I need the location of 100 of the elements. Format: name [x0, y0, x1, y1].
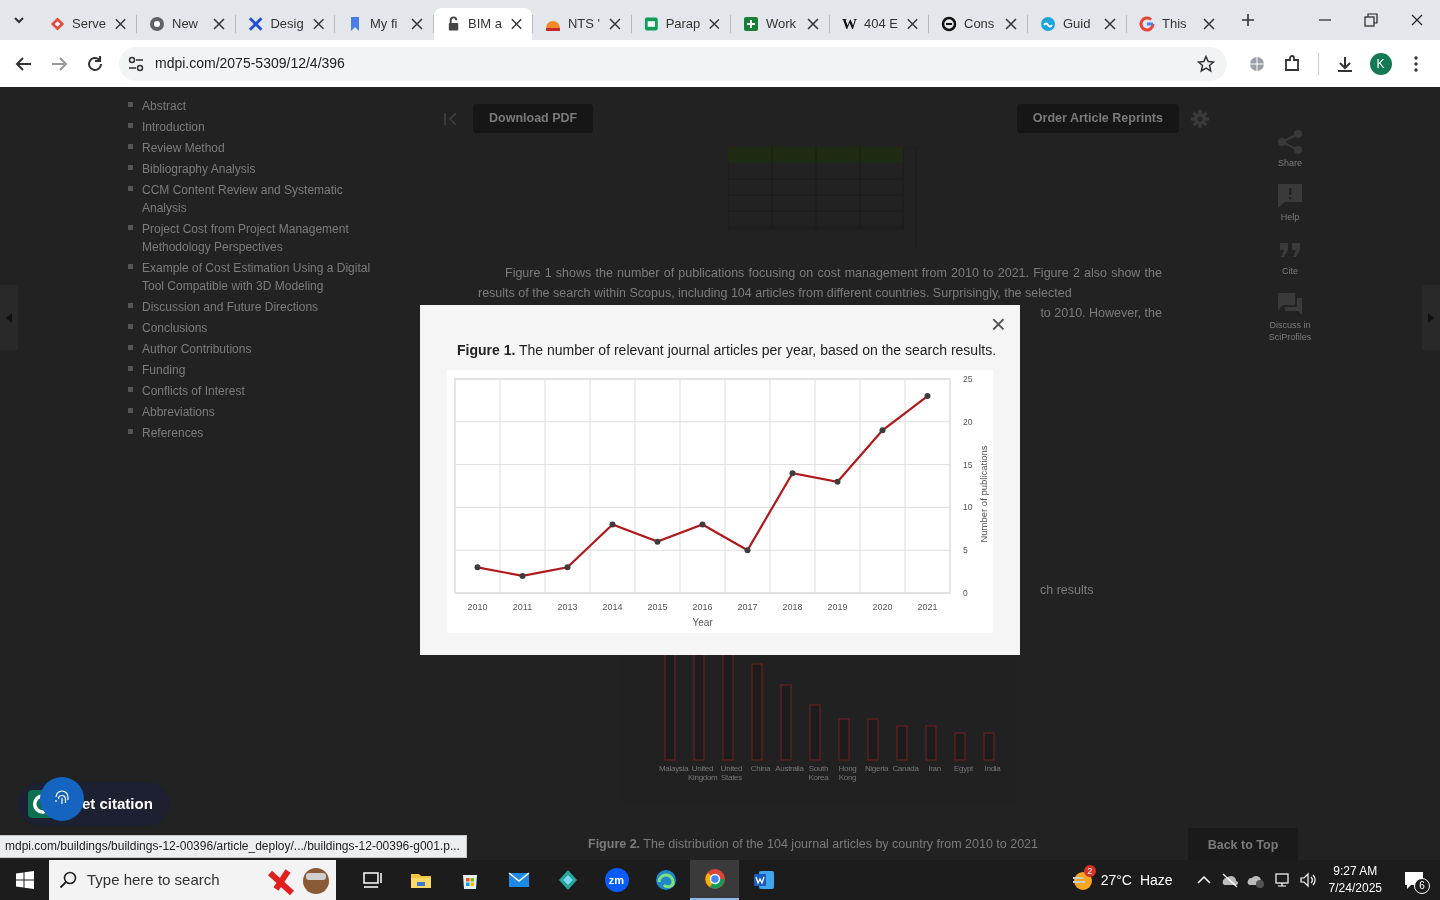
chevron-right-icon: [1427, 312, 1435, 323]
edge-icon: [654, 869, 677, 891]
browser-tab[interactable]: Serve: [38, 8, 136, 40]
browser-tab[interactable]: NTS ': [533, 8, 631, 40]
diamond-icon: [556, 869, 579, 891]
search-field[interactable]: Type here to search: [49, 860, 336, 900]
bullet-icon: [128, 408, 133, 413]
browser-tab[interactable]: Work: [731, 8, 829, 40]
figure-caption: Figure 1. The number of relevant journal articles per year, based on the search results.: [457, 341, 998, 360]
browser-tab[interactable]: Desig: [236, 8, 334, 40]
browser-tab[interactable]: This: [1127, 8, 1225, 40]
side-tool-button[interactable]: Cite: [1260, 237, 1320, 277]
reload-icon: [86, 54, 105, 73]
favicon-icon: [1040, 16, 1056, 32]
close-button[interactable]: ×: [990, 311, 1006, 337]
clock[interactable]: 9:27 AM 7/24/2025: [1328, 863, 1382, 897]
address-field[interactable]: mdpi.com/2075-5309/12/4/396: [118, 46, 1227, 81]
bullet-icon: [128, 324, 133, 329]
side-tool-button[interactable]: Share: [1260, 129, 1320, 169]
toc-link[interactable]: Discussion and Future Directions: [142, 298, 374, 316]
favicon-icon: [1139, 16, 1155, 32]
favicon-icon: [446, 16, 461, 32]
bar: [925, 725, 937, 761]
toc-link[interactable]: Conflicts of Interest: [142, 382, 374, 400]
browser-tab[interactable]: BIM a: [434, 8, 532, 40]
toc-link[interactable]: Bibliography Analysis: [142, 160, 374, 178]
close-icon: [509, 16, 524, 32]
toc-link[interactable]: Review Method: [142, 139, 374, 157]
star-icon[interactable]: [1196, 54, 1215, 73]
toc-link[interactable]: Abstract: [142, 97, 374, 115]
bar: [838, 718, 850, 761]
axis-label: China: [749, 763, 772, 775]
chevron-left-icon: [5, 312, 13, 323]
data-point: [879, 427, 886, 434]
profile-button[interactable]: K: [1362, 45, 1399, 82]
toc-link[interactable]: Abbreviations: [142, 403, 374, 421]
axis-label: 2010: [467, 602, 488, 612]
data-point: [609, 521, 616, 528]
axis-title: Year: [692, 617, 713, 628]
chevron-down-icon: [13, 14, 25, 26]
close-icon: [113, 16, 128, 32]
toc-link[interactable]: Author Contributions: [142, 340, 374, 358]
browser-tab[interactable]: New: [137, 8, 235, 40]
browser-tab[interactable]: My fi: [335, 8, 433, 40]
toc-link[interactable]: Funding: [142, 361, 374, 379]
toc-link[interactable]: CCM Content Review and Systematic Analysis: [142, 181, 374, 217]
taskbar-app[interactable]: [690, 860, 739, 900]
bullet-icon: [128, 165, 133, 170]
close-icon: [707, 16, 722, 32]
network-icon[interactable]: [1272, 871, 1291, 889]
favicon-icon: [50, 16, 65, 32]
back-to-top-button[interactable]: Back to Top: [1188, 828, 1298, 860]
close-icon: [1409, 12, 1425, 28]
axis-label: 2020: [872, 602, 893, 612]
side-tool-button[interactable]: Help: [1260, 183, 1320, 223]
bar: [954, 732, 966, 761]
axis-label: United Kingdom: [688, 763, 717, 782]
toc-link[interactable]: Project Cost from Project Management Methodology Perspectives: [142, 220, 374, 256]
toc-link[interactable]: Conclusions: [142, 319, 374, 337]
speaker-icon[interactable]: [1298, 871, 1317, 889]
download-icon: [1335, 54, 1354, 73]
bar: [983, 732, 995, 761]
bullet-icon: [128, 264, 133, 269]
bullet-icon: [128, 387, 133, 392]
browser-tab[interactable]: Guid: [1028, 8, 1126, 40]
reprints-button[interactable]: Order Article Reprints: [1016, 104, 1179, 133]
data-point: [744, 547, 751, 554]
download-pdf-button[interactable]: Download PDF: [473, 104, 594, 133]
favicon-icon: [644, 16, 659, 32]
cloud-icon[interactable]: [1220, 871, 1239, 889]
restore-icon: [1363, 12, 1379, 28]
axis-label: Australia: [775, 763, 804, 775]
search-icon: [59, 871, 77, 889]
browser-tab[interactable]: Parap: [632, 8, 730, 40]
bullet-icon: [128, 225, 133, 230]
side-tool-button[interactable]: Discuss in SciProfiles: [1260, 291, 1320, 343]
axis-label: 2014: [602, 602, 623, 612]
favicon-icon: [743, 16, 759, 32]
taskbar-app[interactable]: zm: [592, 860, 641, 900]
bar: [867, 718, 879, 761]
axis-label: 25: [963, 374, 973, 384]
close-icon: [905, 16, 920, 32]
data-point: [474, 564, 481, 571]
axis-label: 2011: [512, 602, 533, 612]
axis-label: 2019: [827, 602, 848, 612]
axis-label: 5: [963, 545, 968, 556]
axis-label: 2017: [737, 602, 758, 612]
task-view-icon: [360, 869, 383, 891]
bullet-icon: [128, 123, 133, 128]
axis-label: Hong Kong: [837, 763, 858, 782]
toc-link[interactable]: Introduction: [142, 118, 374, 136]
browser-tab[interactable]: Cons: [929, 8, 1027, 40]
axis-label: 2015: [647, 602, 668, 612]
toc-link[interactable]: Example of Cost Estimation Using a Digital Tool Compatible with 3D Modeling: [142, 259, 374, 295]
share-icon: [1277, 129, 1303, 155]
bullet-icon: [128, 144, 133, 149]
close-icon: [1201, 16, 1217, 32]
toc-link[interactable]: References: [142, 424, 374, 442]
browser-tab[interactable]: W 404 E: [830, 8, 928, 40]
axis-title: Number of publications: [978, 445, 989, 543]
